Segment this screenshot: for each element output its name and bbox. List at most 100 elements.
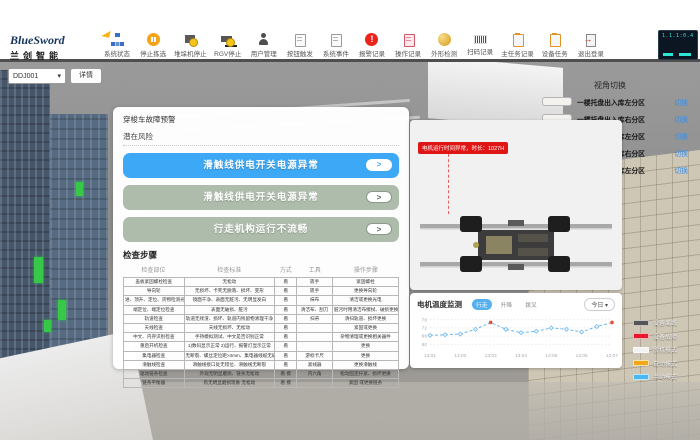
nav-item-操作记录[interactable]: 操作记录 <box>393 33 423 58</box>
nav-item-设备任务[interactable]: 设备任务 <box>540 33 570 58</box>
panel-title: 穿梭车故障预警 <box>123 114 399 125</box>
alert-pointer-line <box>448 154 449 214</box>
table-cell: 天线检查 <box>124 323 185 332</box>
range-select[interactable]: 今日 ▾ <box>584 298 615 311</box>
table-cell: 天线无损坏、无松动 <box>184 323 275 332</box>
table-cell: 外观无明显磨损、链条无松动 <box>184 369 275 378</box>
table-cell: 紧固 或更换链条 <box>333 379 399 388</box>
shuttle-model-card[interactable]: 电机运行时间异常，时长：1027H <box>410 120 622 290</box>
legend-swatch <box>633 374 649 380</box>
risk-banner[interactable]: 滑触线供电开关电源异常> <box>123 185 399 210</box>
table-cell: 镜面干净、表面无脏污、无明显发白 <box>184 296 275 305</box>
table-cell: 清洁或更换光电 <box>333 296 399 305</box>
arrow-right-icon[interactable]: > <box>366 191 392 203</box>
nav-item-用户管理[interactable]: 用户管理 <box>249 33 279 58</box>
view-thumbnail[interactable] <box>542 97 572 106</box>
nav-item-label: 用户管理 <box>251 48 277 58</box>
table-cell: 看 <box>275 287 297 296</box>
nav-item-label: 停止拣选 <box>140 48 166 58</box>
nav-items: 系统状态停止拣选堆垛机停止 RGV停止用户管理按钮触发系统事件报警记录操作记录外形… <box>102 33 606 61</box>
table-cell: 进、顶升、定位、货物检测光电 <box>124 296 185 305</box>
alarm-icon <box>365 33 378 46</box>
svg-text:66: 66 <box>422 334 428 340</box>
logout-icon <box>584 33 597 46</box>
nav-item-外形检测[interactable]: 外形检测 <box>429 33 459 58</box>
switch-view-link[interactable]: 切换 <box>674 97 688 107</box>
nav-item-退出登录[interactable]: 退出登录 <box>576 33 606 58</box>
table-cell: 扳手 <box>297 278 333 287</box>
switch-view-link[interactable]: 切换 <box>674 148 688 158</box>
risk-banner-label: 滑触线供电开关电源异常 <box>123 153 399 178</box>
chart-title: 电机温度监测 <box>417 299 462 310</box>
risk-banner[interactable]: 行走机构运行不流畅> <box>123 217 399 242</box>
table-cell: 脏污时用清洁布擦拭、破损更换 <box>333 305 399 314</box>
nav-item-停止拣选[interactable]: 停止拣选 <box>138 33 168 58</box>
table-cell: 杂物清理或更换相关器件 <box>333 333 399 342</box>
nav-item-label: 按钮触发 <box>287 48 313 58</box>
table-cell <box>297 342 333 351</box>
user-icon <box>257 33 270 46</box>
svg-text:13:04: 13:04 <box>515 353 527 359</box>
rgv-stop-icon <box>221 33 234 46</box>
status-mini-display-text: 1.1.1:0.4 <box>659 31 697 39</box>
nav-item-堆垛机停止[interactable]: 堆垛机停止 <box>174 33 207 58</box>
chevron-down-icon: ▾ <box>57 72 61 80</box>
nav-item-label: RGV停止 <box>214 48 241 58</box>
table-cell: 驱动链条检查 <box>124 369 185 378</box>
svg-text:78: 78 <box>422 317 428 323</box>
table-cell: 端定位、端定位检查 <box>124 305 185 314</box>
table-cell: 导向轮 <box>124 287 185 296</box>
nav-item-报警记录[interactable]: 报警记录 <box>357 33 387 58</box>
table-row: 驱动链条检查外观无明显磨损、链条无松动看 摸内六角松动固定拧紧、损坏更换 <box>124 369 399 378</box>
table-cell: 更换滑触线 <box>333 360 399 369</box>
check-col-header: 检查标准 <box>184 265 275 274</box>
risk-section-title: 潜在风险 <box>123 131 399 146</box>
brand-logo-cn: 兰剑智能 <box>10 49 102 62</box>
pause-icon <box>147 33 160 46</box>
detail-button[interactable]: 详情 <box>70 68 102 84</box>
nav-item-label: 设备任务 <box>542 48 568 58</box>
device-task-icon <box>548 33 561 46</box>
nav-item-按钮触发[interactable]: 按钮触发 <box>285 33 315 58</box>
table-cell: 紧固螺栓 <box>333 278 399 287</box>
table-cell: 无损坏、卡死无脱落、损坏、变形 <box>184 287 275 296</box>
nav-item-RGV停止[interactable]: RGV停止 <box>213 33 243 58</box>
shape-detect-icon <box>438 33 451 46</box>
nav-item-主任务记录[interactable]: 主任务记录 <box>501 33 534 58</box>
table-cell: 看 <box>275 333 297 342</box>
table-cell: 看 <box>275 296 297 305</box>
legend-swatch <box>633 333 649 339</box>
table-cell: 中文、内存识别检查 <box>124 333 185 342</box>
table-cell <box>297 379 333 388</box>
legend-swatch <box>633 360 649 366</box>
tab-升降[interactable]: 升降 <box>497 299 517 310</box>
table-cell: 滑触线接口处无错位、滑触线无断裂 <box>184 360 275 369</box>
table-cell: 游标卡尺 <box>297 351 333 360</box>
device-select[interactable]: DDJ001 ▾ <box>8 68 66 84</box>
risk-banner[interactable]: 滑触线供电开关电源异常> <box>123 153 399 178</box>
legend-swatch <box>633 347 649 353</box>
table-cell: 1)数码显示正常 2)运行、报警灯显示正常 <box>184 342 275 351</box>
nav-item-系统状态[interactable]: 系统状态 <box>102 33 132 58</box>
switch-view-link[interactable]: 切换 <box>674 131 688 141</box>
table-cell: 表面无破损、脏污 <box>184 305 275 314</box>
tab-行走[interactable]: 行走 <box>472 299 492 310</box>
table-cell: 清洁布、刮刀 <box>297 305 333 314</box>
nav-item-扫码记录[interactable]: 扫码记录 <box>465 33 495 56</box>
table-row: 端定位、端定位检查表面无破损、脏污看清洁布、刮刀脏污时用清洁布擦拭、破损更换 <box>124 305 399 314</box>
tab-拨叉[interactable]: 拨叉 <box>521 299 541 310</box>
table-cell: 有无明显磨损现象 无松动 <box>184 379 275 388</box>
legend-label: 自动模式 <box>653 359 677 368</box>
svg-text:13:05: 13:05 <box>545 353 557 359</box>
shuttle-fault-panel: 穿梭车故障预警 潜在风险 滑触线供电开关电源异常>滑触线供电开关电源异常>行走机… <box>113 107 409 369</box>
device-select-value: DDJ001 <box>13 73 38 80</box>
switch-view-link[interactable]: 切换 <box>674 114 688 124</box>
arrow-right-icon[interactable]: > <box>366 223 392 235</box>
brand-logo: BlueSword 兰剑智能 <box>10 33 102 62</box>
arrow-right-icon[interactable]: > <box>366 159 392 171</box>
switch-view-link[interactable]: 切换 <box>674 165 688 175</box>
table-cell: 看 <box>275 342 297 351</box>
nav-item-系统事件[interactable]: 系统事件 <box>321 33 351 58</box>
table-cell: 清扫轨道、损坏更换 <box>333 314 399 323</box>
legend-item: 设备离线 <box>633 318 693 327</box>
